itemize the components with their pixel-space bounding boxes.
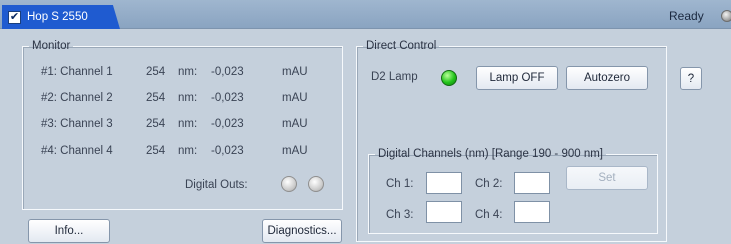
device-tab[interactable]: ✔ Hop S 2550 (2, 5, 120, 29)
title-bar: ✔ Hop S 2550 Ready (0, 0, 731, 29)
digital-out-2-icon (308, 176, 324, 192)
wavelength-unit: nm: (178, 92, 198, 104)
wavelength-unit: nm: (178, 118, 198, 130)
channel-value: -0,023 (211, 118, 244, 130)
ch3-wavelength-input[interactable] (426, 201, 462, 223)
value-unit: mAU (282, 118, 308, 130)
ch4-label: Ch 4: (475, 209, 503, 221)
ch2-wavelength-input[interactable] (514, 172, 550, 194)
channel-label: #3: Channel 3 (41, 118, 113, 130)
ch1-label: Ch 1: (386, 178, 414, 190)
monitor-legend: Monitor (32, 40, 71, 52)
channel-wavelength: 254 (146, 145, 166, 157)
value-unit: mAU (282, 66, 308, 78)
value-unit: mAU (282, 92, 308, 104)
channel-label: #2: Channel 2 (41, 92, 113, 104)
channel-label: #1: Channel 1 (41, 66, 113, 78)
help-button[interactable]: ? (680, 67, 702, 90)
device-panel: Monitor #1: Channel 1 254 nm: -0,023 mAU… (0, 29, 731, 244)
value-unit: mAU (282, 145, 308, 157)
ch3-label: Ch 3: (386, 209, 414, 221)
channel-value: -0,023 (211, 145, 244, 157)
d2-lamp-label: D2 Lamp (371, 71, 418, 83)
digital-channels-legend: Digital Channels (nm) [Range 190 - 900 n… (378, 148, 604, 160)
ch1-wavelength-input[interactable] (426, 172, 462, 194)
set-button[interactable]: Set (566, 166, 648, 190)
channel-label: #4: Channel 4 (41, 145, 113, 157)
autozero-button[interactable]: Autozero (566, 66, 648, 90)
digital-outs-label: Digital Outs: (185, 179, 248, 191)
channel-wavelength: 254 (146, 66, 166, 78)
wavelength-unit: nm: (178, 145, 198, 157)
ch2-label: Ch 2: (475, 178, 503, 190)
device-tab-title: Hop S 2550 (27, 11, 88, 23)
digital-out-1-icon (281, 176, 297, 192)
status-label: Ready (669, 9, 704, 23)
ch4-wavelength-input[interactable] (514, 201, 550, 223)
d2-lamp-status-icon (441, 70, 457, 86)
channel-value: -0,023 (211, 66, 244, 78)
device-enable-checkbox[interactable]: ✔ (8, 10, 21, 24)
wavelength-unit: nm: (178, 66, 198, 78)
lamp-off-button[interactable]: Lamp OFF (476, 66, 558, 90)
direct-control-legend: Direct Control (366, 40, 437, 52)
status-indicator-icon (721, 10, 731, 22)
info-button[interactable]: Info... (28, 219, 110, 243)
channel-value: -0,023 (211, 92, 244, 104)
channel-wavelength: 254 (146, 118, 166, 130)
digital-channels-group: Digital Channels (nm) [Range 190 - 900 n… (368, 148, 658, 234)
diagnostics-button[interactable]: Diagnostics... (262, 219, 342, 243)
channel-wavelength: 254 (146, 92, 166, 104)
